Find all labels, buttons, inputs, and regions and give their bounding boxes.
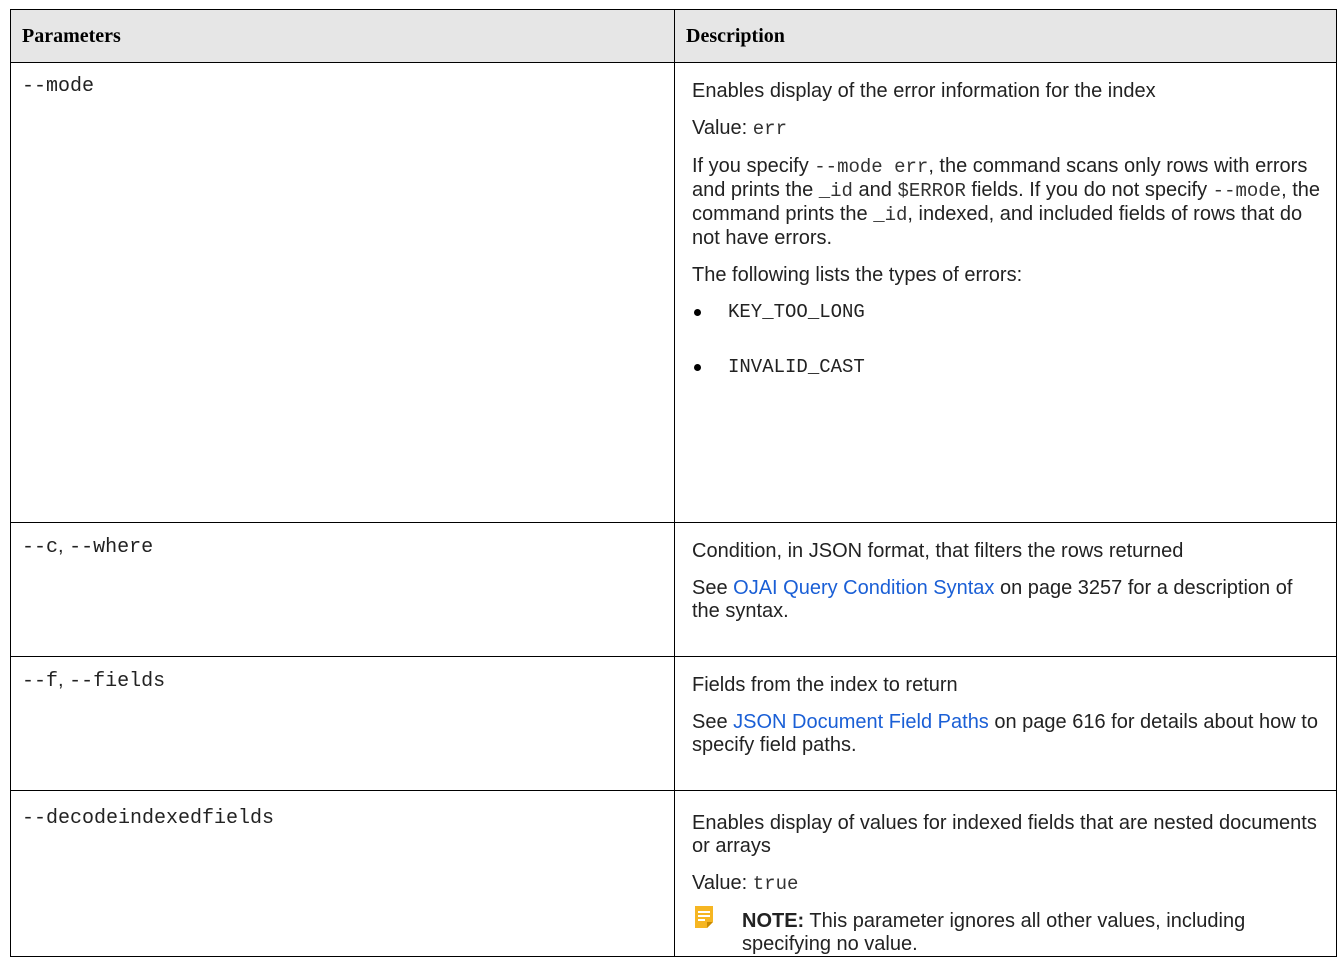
text-seg: If you specify: [692, 155, 815, 177]
list-item: INVALID_CAST: [692, 356, 1320, 379]
table-row-decode: --decodeindexedfields Enables display of…: [10, 790, 1337, 957]
param-where-long: --where: [69, 536, 154, 559]
param-mode: --mode: [10, 62, 675, 523]
desc-where: Condition, in JSON format, that filters …: [674, 522, 1337, 657]
text-seg: See: [692, 711, 734, 733]
value-code: err: [752, 118, 787, 140]
desc-fields-summary: Fields from the index to return: [692, 674, 958, 696]
code-seg: --mode: [1212, 180, 1282, 202]
value-label: Value:: [692, 117, 753, 139]
error-types-list: KEY_TOO_LONG INVALID_CAST: [692, 301, 1320, 379]
param-fields-short: --f: [22, 670, 59, 693]
header-row: Parameters Description: [10, 9, 1337, 63]
desc-decode: Enables display of values for indexed fi…: [674, 790, 1337, 957]
desc-fields-see: See JSON Document Field Paths on page 61…: [692, 711, 1320, 757]
desc-mode-detail: If you specify --mode err, the command s…: [692, 155, 1320, 250]
note-icon: [695, 906, 713, 928]
header-parameters: Parameters: [10, 9, 675, 63]
desc-where-summary: Condition, in JSON format, that filters …: [692, 540, 1184, 562]
code-seg: $ERROR: [897, 180, 966, 202]
desc-mode-summary: Enables display of the error information…: [692, 80, 1156, 102]
header-description: Description: [674, 9, 1337, 63]
note-label: NOTE:: [742, 910, 805, 932]
table-row-where: --c, --where Condition, in JSON format, …: [10, 522, 1337, 657]
json-document-field-paths-link[interactable]: JSON Document Field Paths: [733, 711, 989, 733]
param-where: --c, --where: [10, 522, 675, 657]
param-fields: --f, --fields: [10, 656, 675, 791]
table-row-mode: --mode Enables display of the error info…: [10, 62, 1337, 523]
list-item: KEY_TOO_LONG: [692, 301, 1320, 324]
param-separator: ,: [58, 669, 70, 691]
code-seg: --mode err: [814, 156, 929, 178]
code-seg: _id: [873, 204, 908, 226]
note-block: NOTE: This parameter ignores all other v…: [692, 906, 1320, 956]
ojai-query-condition-syntax-link[interactable]: OJAI Query Condition Syntax: [733, 577, 994, 599]
parameters-table: Parameters Description --mode Enables di…: [10, 9, 1337, 957]
param-fields-long: --fields: [69, 670, 166, 693]
desc-where-see: See OJAI Query Condition Syntax on page …: [692, 577, 1320, 623]
text-seg: See: [692, 577, 734, 599]
code-seg: _id: [818, 180, 853, 202]
note-text: This parameter ignores all other values,…: [742, 910, 1246, 955]
text-seg: fields. If you do not specify: [965, 179, 1213, 201]
desc-mode-value: Value: err: [692, 117, 1320, 141]
param-decode-text: --decodeindexedfields: [22, 807, 275, 830]
param-separator: ,: [58, 535, 70, 557]
param-where-short: --c: [22, 536, 59, 559]
param-decode: --decodeindexedfields: [10, 790, 675, 957]
table-row-fields: --f, --fields Fields from the index to r…: [10, 656, 1337, 791]
value-label: Value:: [692, 872, 753, 894]
desc-mode: Enables display of the error information…: [674, 62, 1337, 523]
desc-decode-value: Value: true: [692, 872, 1320, 896]
value-code: true: [752, 873, 799, 895]
param-mode-text: --mode: [22, 75, 95, 98]
desc-decode-summary: Enables display of values for indexed fi…: [692, 812, 1317, 857]
text-seg: and: [852, 179, 898, 201]
desc-mode-list-intro: The following lists the types of errors:: [692, 264, 1023, 286]
desc-fields: Fields from the index to return See JSON…: [674, 656, 1337, 791]
